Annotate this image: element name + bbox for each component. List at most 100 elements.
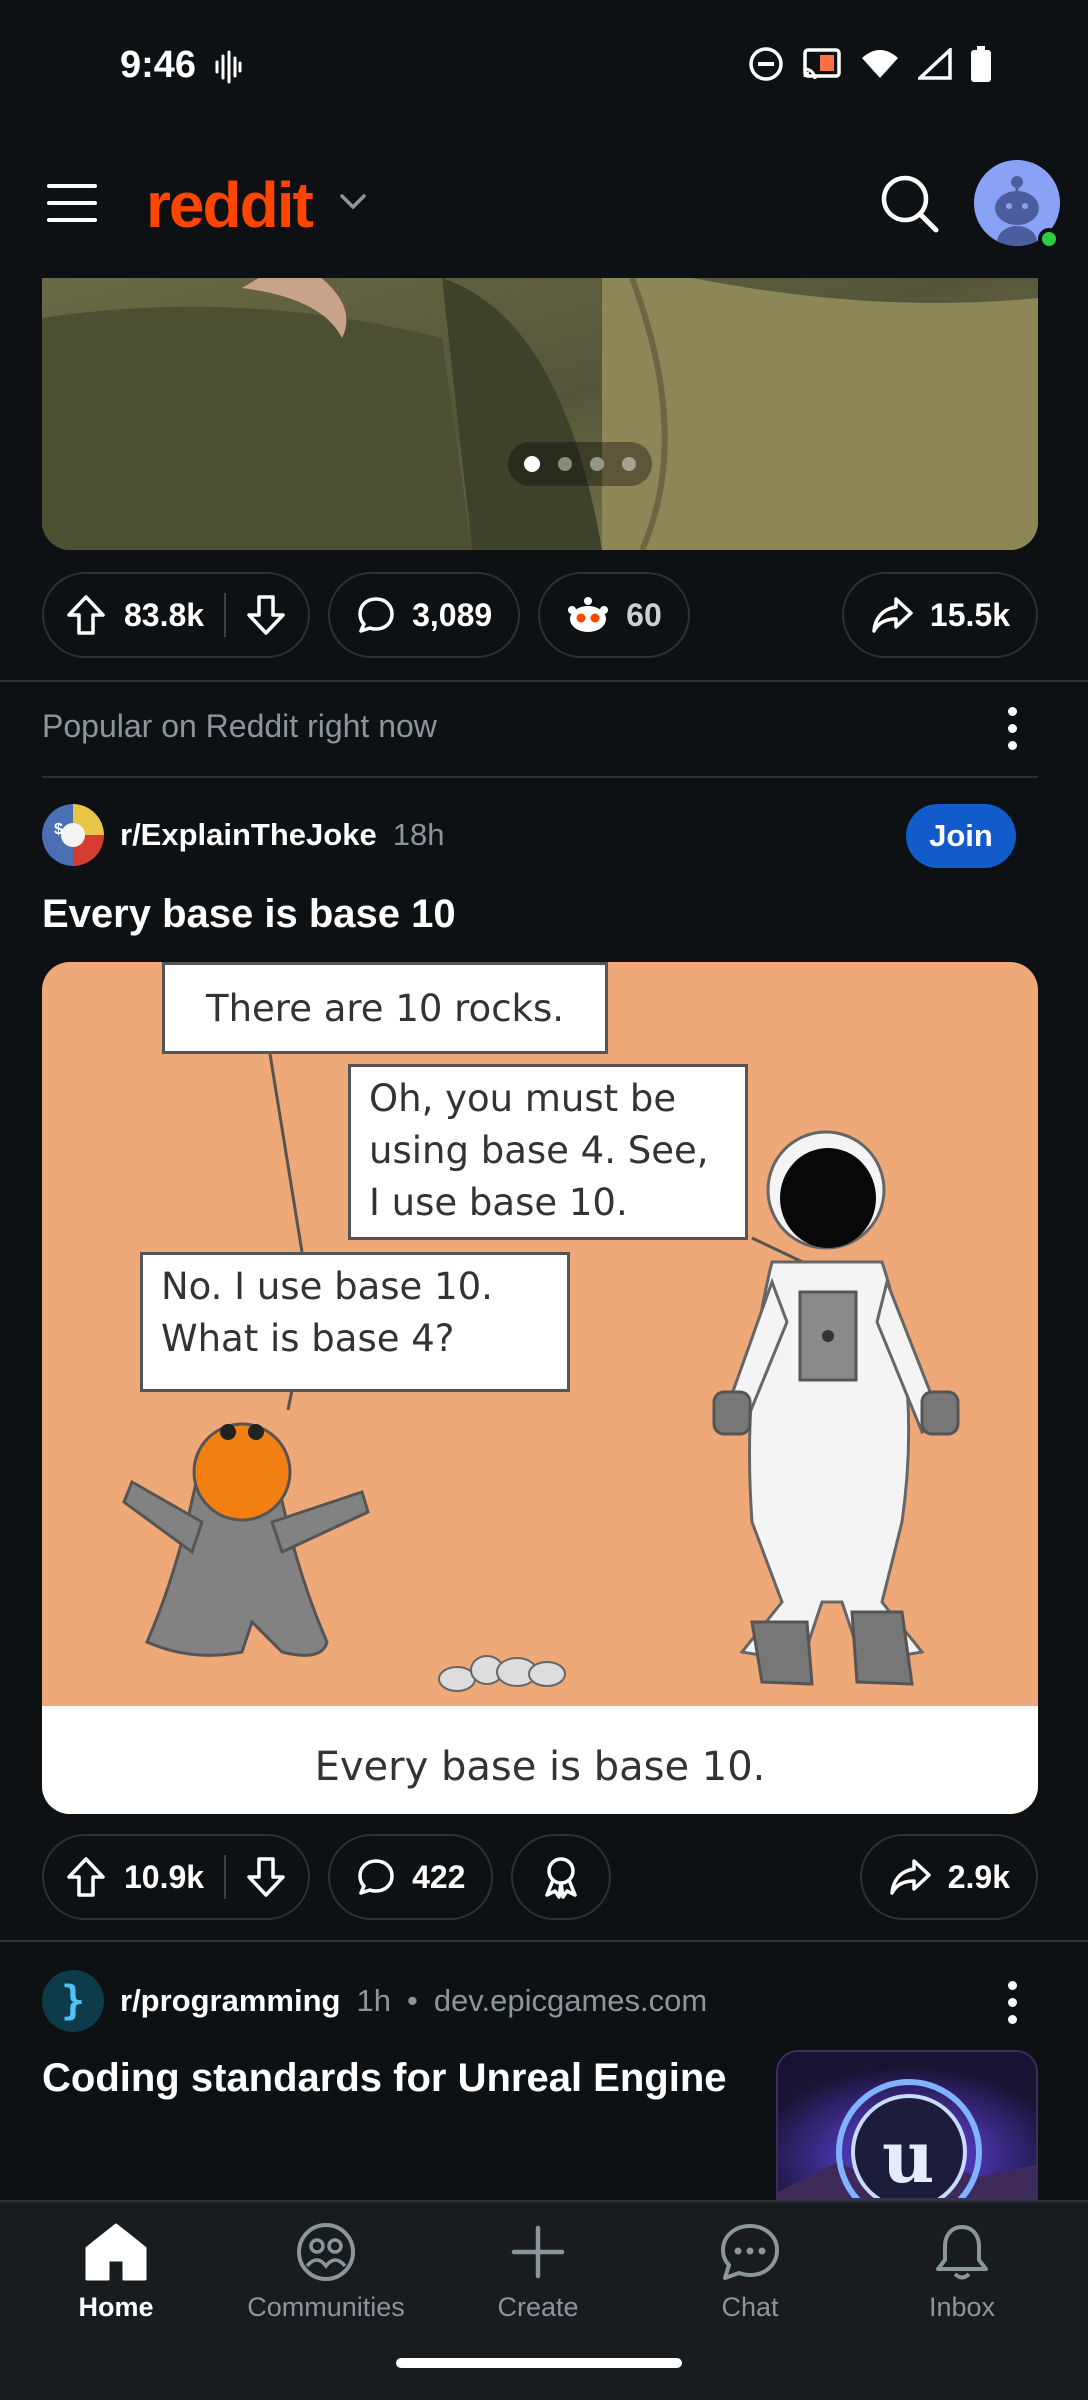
post-divider	[0, 680, 1088, 682]
nav-label: Home	[78, 2292, 154, 2322]
vote-control: 10.9k	[42, 1834, 311, 1920]
home-icon	[85, 2223, 147, 2281]
gesture-home-indicator[interactable]	[396, 2358, 682, 2368]
comment-count: 422	[412, 1858, 466, 1895]
bell-icon	[936, 2225, 988, 2280]
more-dot	[1007, 740, 1017, 750]
meta-separator: •	[406, 1983, 418, 2018]
upvote-icon[interactable]	[66, 594, 106, 636]
carousel-dot	[524, 456, 540, 472]
status-time: 9:46	[120, 44, 197, 86]
curly-brace-icon: }	[60, 1978, 86, 2024]
cast-icon	[803, 48, 841, 80]
carousel-dot	[590, 457, 604, 471]
speech-bubble: No. I use base 10. What is base 4?	[140, 1252, 570, 1392]
chevron-down-icon[interactable]	[338, 192, 368, 212]
reddit-logo[interactable]: reddit	[146, 168, 314, 242]
upvote-count: 83.8k	[124, 596, 205, 633]
search-icon[interactable]	[878, 172, 942, 236]
bottom-navigation: Home Communities Create Chat Inbox	[0, 2200, 1088, 2400]
section-more-button[interactable]	[992, 698, 1032, 758]
post-domain[interactable]: dev.epicgames.com	[434, 1983, 707, 2019]
section-divider	[42, 776, 1038, 778]
more-dot	[1007, 706, 1017, 716]
comment-count: 3,089	[412, 596, 493, 633]
post-title[interactable]: Every base is base 10	[42, 892, 456, 937]
nav-label: Communities	[247, 2292, 405, 2322]
speech-bubble: Oh, you must be using base 4. See, I use…	[348, 1064, 748, 1240]
upvote-icon[interactable]	[66, 1856, 106, 1898]
share-icon	[872, 597, 913, 633]
vote-control: 83.8k	[42, 572, 311, 658]
status-bar: 9:46	[0, 0, 1088, 130]
snoo-award-icon	[568, 597, 609, 632]
post-image[interactable]	[42, 278, 1038, 550]
post-age: 18h	[392, 817, 445, 852]
comment-icon	[358, 1859, 394, 1895]
post-header: $ r/ExplainTheJoke 18h	[42, 804, 444, 866]
top-app-bar: reddit	[0, 130, 1088, 278]
wifi-icon	[862, 50, 898, 78]
nav-home[interactable]: Home	[16, 2222, 216, 2323]
olive-jacket-photo	[42, 278, 1038, 550]
comic-caption: Every base is base 10.	[314, 1744, 766, 1790]
subreddit-name[interactable]: r/programming	[120, 1983, 340, 2019]
post-age: 1h	[356, 1983, 391, 2018]
do-not-disturb-icon	[749, 47, 783, 81]
menu-icon[interactable]	[46, 182, 98, 224]
post-title[interactable]: Coding standards for Unreal Engine	[42, 2056, 742, 2101]
communities-icon	[297, 2223, 355, 2281]
post-action-bar: 10.9k 422 2.9k	[42, 1834, 1038, 1920]
battery-icon	[971, 46, 991, 82]
signal-icon	[918, 48, 952, 80]
post-divider	[0, 1940, 1088, 1942]
downvote-icon[interactable]	[246, 1856, 286, 1898]
post-more-button[interactable]	[992, 1972, 1032, 2032]
nav-chat[interactable]: Chat	[650, 2222, 850, 2323]
post-header: } r/programming 1h • dev.epicgames.com	[42, 1970, 707, 2032]
svg-text:$: $	[54, 821, 63, 838]
carousel-indicator	[508, 442, 652, 486]
post-image[interactable]: There are 10 rocks. Oh, you must be usin…	[42, 962, 1038, 1814]
comments-button[interactable]: 3,089	[328, 572, 521, 658]
nav-label: Create	[497, 2292, 579, 2322]
awards-button[interactable]: 60	[538, 572, 690, 658]
subreddit-name[interactable]: r/ExplainTheJoke	[120, 817, 377, 853]
sound-wave-icon	[215, 50, 242, 84]
vote-divider	[224, 593, 227, 637]
feed[interactable]: 83.8k 3,089 60 15.5k Popular on Reddit r…	[0, 278, 1088, 2200]
award-icon	[545, 1857, 578, 1899]
carousel-dot	[558, 457, 572, 471]
award-count: 60	[626, 596, 662, 633]
speech-bubble: There are 10 rocks.	[162, 962, 608, 1054]
join-button[interactable]: Join	[906, 804, 1016, 868]
downvote-icon[interactable]	[246, 594, 286, 636]
chat-icon	[721, 2224, 779, 2280]
subreddit-avatar[interactable]: $	[42, 804, 104, 866]
share-count: 2.9k	[947, 1858, 1010, 1895]
nav-label: Inbox	[928, 2292, 996, 2322]
more-dot	[1007, 2014, 1017, 2024]
more-dot	[1007, 1997, 1017, 2007]
nav-create[interactable]: Create	[438, 2222, 638, 2323]
nav-communities[interactable]: Communities	[226, 2222, 426, 2323]
explainthejoke-logo-icon: $	[42, 804, 104, 866]
share-button[interactable]: 2.9k	[859, 1834, 1038, 1920]
more-dot	[1007, 1980, 1017, 1990]
upvote-count: 10.9k	[124, 1858, 205, 1895]
unreal-engine-logo-icon: u	[778, 2052, 1036, 2199]
share-button[interactable]: 15.5k	[841, 572, 1038, 658]
post-thumbnail[interactable]: u	[776, 2050, 1038, 2200]
share-icon	[889, 1859, 931, 1895]
nav-inbox[interactable]: Inbox	[862, 2222, 1062, 2323]
subreddit-avatar[interactable]: }	[42, 1970, 104, 2032]
section-label: Popular on Reddit right now	[42, 708, 437, 744]
comment-icon	[358, 597, 394, 633]
online-status-indicator	[1038, 228, 1060, 250]
post-action-bar: 83.8k 3,089 60 15.5k	[42, 572, 1038, 658]
award-button[interactable]	[511, 1834, 612, 1920]
comments-button[interactable]: 422	[328, 1834, 494, 1920]
nav-label: Chat	[721, 2292, 779, 2322]
svg-text:u: u	[882, 2114, 934, 2199]
more-dot	[1007, 723, 1017, 733]
